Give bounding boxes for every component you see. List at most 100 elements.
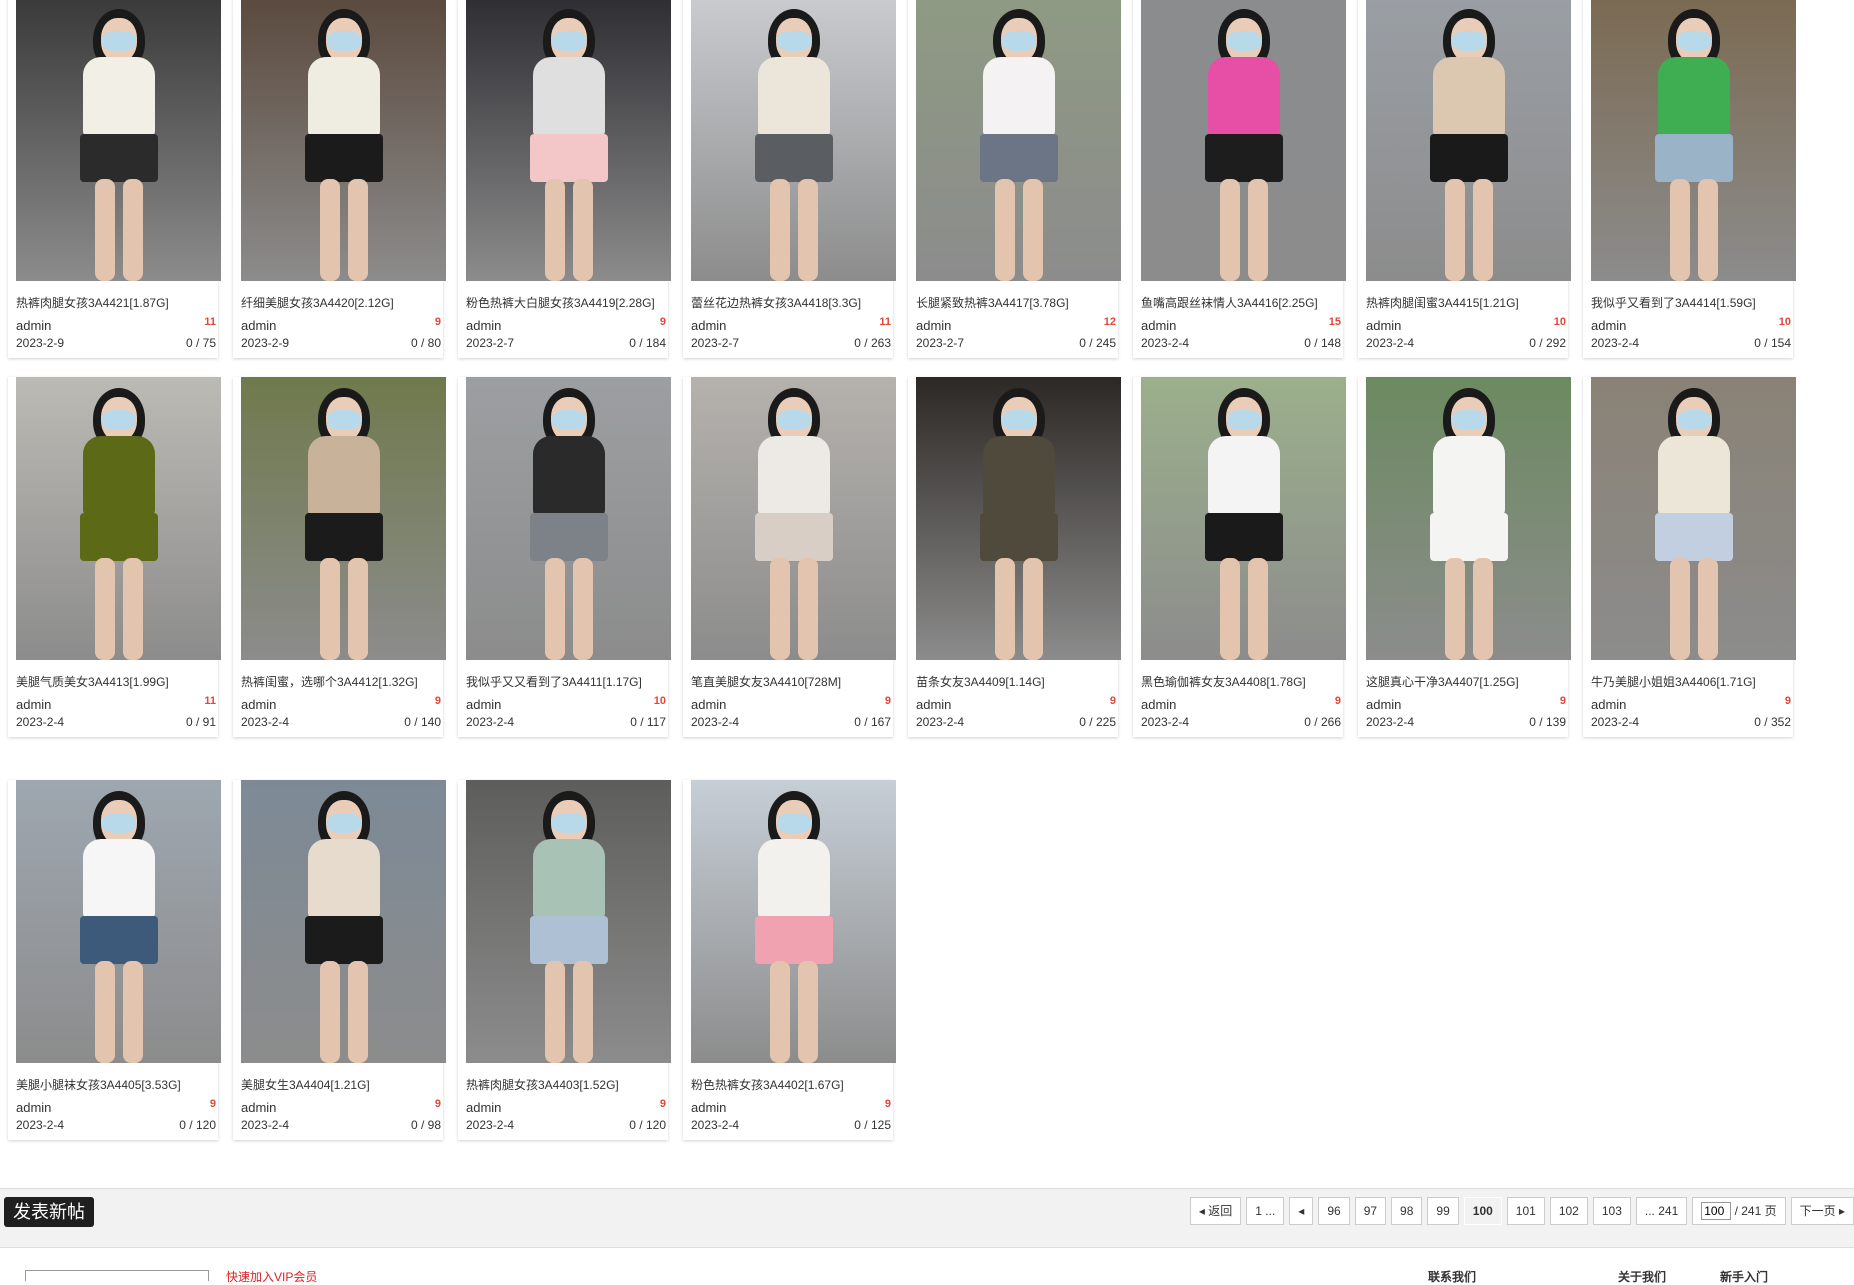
thread-card[interactable]: 美腿小腿袜女孩3A4405[3.53G] admin 9 2023-2-4 0 … bbox=[8, 780, 221, 1140]
thread-card[interactable]: 我似乎又又看到了3A4411[1.17G] admin 10 2023-2-4 … bbox=[458, 377, 671, 737]
thread-title[interactable]: 黑色瑜伽裤女友3A4408[1.78G] bbox=[1141, 673, 1306, 690]
next-page-button[interactable]: 下一页 ▸ bbox=[1790, 1197, 1854, 1225]
prev-page-button[interactable]: ◂ bbox=[1289, 1197, 1314, 1225]
thread-thumbnail[interactable] bbox=[1141, 0, 1346, 281]
thread-author[interactable]: admin bbox=[16, 1100, 51, 1115]
thread-title[interactable]: 美腿女生3A4404[1.21G] bbox=[241, 1076, 370, 1093]
thread-title[interactable]: 热裤闺蜜，选哪个3A4412[1.32G] bbox=[241, 673, 418, 690]
thread-thumbnail[interactable] bbox=[1141, 377, 1346, 660]
thread-title[interactable]: 热裤肉腿女孩3A4403[1.52G] bbox=[466, 1076, 619, 1093]
page-last[interactable]: ... 241 bbox=[1635, 1197, 1688, 1225]
thread-thumbnail[interactable] bbox=[241, 780, 446, 1063]
thread-card[interactable]: 热裤闺蜜，选哪个3A4412[1.32G] admin 9 2023-2-4 0… bbox=[233, 377, 446, 737]
thread-author[interactable]: admin bbox=[1591, 318, 1626, 333]
thumbnail-figure-leg bbox=[1669, 558, 1690, 660]
thread-author[interactable]: admin bbox=[1141, 318, 1176, 333]
thread-card[interactable]: 热裤肉腿闺蜜3A4415[1.21G] admin 10 2023-2-4 0 … bbox=[1358, 0, 1571, 358]
thread-thumbnail[interactable] bbox=[691, 780, 896, 1063]
thread-author[interactable]: admin bbox=[691, 1100, 726, 1115]
thread-title[interactable]: 牛乃美腿小姐姐3A4406[1.71G] bbox=[1591, 673, 1756, 690]
thread-author[interactable]: admin bbox=[466, 1100, 501, 1115]
thread-card[interactable]: 黑色瑜伽裤女友3A4408[1.78G] admin 9 2023-2-4 0 … bbox=[1133, 377, 1346, 737]
page-link[interactable]: 102 bbox=[1549, 1197, 1588, 1225]
page-link[interactable]: 101 bbox=[1506, 1197, 1545, 1225]
thread-author[interactable]: admin bbox=[241, 318, 276, 333]
thread-author[interactable]: admin bbox=[916, 697, 951, 712]
thread-card[interactable]: 热裤肉腿女孩3A4403[1.52G] admin 9 2023-2-4 0 /… bbox=[458, 780, 671, 1140]
thread-title[interactable]: 我似乎又又看到了3A4411[1.17G] bbox=[466, 673, 642, 690]
thread-card[interactable]: 美腿气质美女3A4413[1.99G] admin 11 2023-2-4 0 … bbox=[8, 377, 221, 737]
thread-title[interactable]: 苗条女友3A4409[1.14G] bbox=[916, 673, 1045, 690]
thread-card[interactable]: 纤细美腿女孩3A4420[2.12G] admin 9 2023-2-9 0 /… bbox=[233, 0, 446, 358]
thread-thumbnail[interactable] bbox=[241, 377, 446, 660]
thread-thumbnail[interactable] bbox=[916, 0, 1121, 281]
thread-card[interactable]: 热裤肉腿女孩3A4421[1.87G] admin 11 2023-2-9 0 … bbox=[8, 0, 221, 358]
thread-title[interactable]: 美腿小腿袜女孩3A4405[3.53G] bbox=[16, 1076, 181, 1093]
thread-title[interactable]: 热裤肉腿闺蜜3A4415[1.21G] bbox=[1366, 294, 1519, 311]
thread-thumbnail[interactable] bbox=[466, 377, 671, 660]
thread-title[interactable]: 热裤肉腿女孩3A4421[1.87G] bbox=[16, 294, 169, 311]
thread-card[interactable]: 美腿女生3A4404[1.21G] admin 9 2023-2-4 0 / 9… bbox=[233, 780, 446, 1140]
thread-card[interactable]: 蕾丝花边热裤女孩3A4418[3.3G] admin 11 2023-2-7 0… bbox=[683, 0, 896, 358]
new-post-button[interactable]: 发表新帖 bbox=[4, 1197, 94, 1227]
page-link[interactable]: 99 bbox=[1427, 1197, 1459, 1225]
thread-title[interactable]: 我似乎又看到了3A4414[1.59G] bbox=[1591, 294, 1756, 311]
thread-author[interactable]: admin bbox=[916, 318, 951, 333]
thread-author[interactable]: admin bbox=[1366, 697, 1401, 712]
thread-author[interactable]: admin bbox=[466, 697, 501, 712]
thread-thumbnail[interactable] bbox=[1591, 377, 1796, 660]
thread-title[interactable]: 这腿真心干净3A4407[1.25G] bbox=[1366, 673, 1519, 690]
page-link[interactable]: 103 bbox=[1592, 1197, 1631, 1225]
back-button[interactable]: ◂ 返回 bbox=[1189, 1197, 1242, 1225]
page-first[interactable]: 1 ... bbox=[1246, 1197, 1285, 1225]
thread-author[interactable]: admin bbox=[241, 1100, 276, 1115]
page-jump-input[interactable] bbox=[1701, 1202, 1732, 1220]
thread-thumbnail[interactable] bbox=[1591, 0, 1796, 281]
thread-author[interactable]: admin bbox=[16, 318, 51, 333]
thread-thumbnail[interactable] bbox=[916, 377, 1121, 660]
thread-title[interactable]: 美腿气质美女3A4413[1.99G] bbox=[16, 673, 169, 690]
thread-author[interactable]: admin bbox=[1366, 318, 1401, 333]
thread-card[interactable]: 鱼嘴高跟丝袜情人3A4416[2.25G] admin 15 2023-2-4 … bbox=[1133, 0, 1346, 358]
thumbnail-figure-top bbox=[82, 839, 155, 920]
thread-card[interactable]: 长腿紧致热裤3A4417[3.78G] admin 12 2023-2-7 0 … bbox=[908, 0, 1121, 358]
thread-author[interactable]: admin bbox=[241, 697, 276, 712]
thread-thumbnail[interactable] bbox=[1366, 377, 1571, 660]
thread-card[interactable]: 我似乎又看到了3A4414[1.59G] admin 10 2023-2-4 0… bbox=[1583, 0, 1796, 358]
thread-card[interactable]: 笔直美腿女友3A4410[728M] admin 9 2023-2-4 0 / … bbox=[683, 377, 896, 737]
thumbnail-figure-leg bbox=[122, 961, 143, 1063]
thread-author[interactable]: admin bbox=[1141, 697, 1176, 712]
thread-title[interactable]: 粉色热裤女孩3A4402[1.67G] bbox=[691, 1076, 844, 1093]
page-link[interactable]: 97 bbox=[1354, 1197, 1387, 1225]
page-link[interactable]: 98 bbox=[1391, 1197, 1423, 1225]
thumbnail-figure-leg bbox=[94, 558, 115, 660]
thread-title[interactable]: 鱼嘴高跟丝袜情人3A4416[2.25G] bbox=[1141, 294, 1318, 311]
thread-thumbnail[interactable] bbox=[691, 377, 896, 660]
thread-author[interactable]: admin bbox=[1591, 697, 1626, 712]
thread-author[interactable]: admin bbox=[691, 318, 726, 333]
thread-title[interactable]: 长腿紧致热裤3A4417[3.78G] bbox=[916, 294, 1069, 311]
thread-thumbnail[interactable] bbox=[16, 780, 221, 1063]
thread-card[interactable]: 牛乃美腿小姐姐3A4406[1.71G] admin 9 2023-2-4 0 … bbox=[1583, 377, 1796, 737]
thread-author[interactable]: admin bbox=[691, 697, 726, 712]
thread-card[interactable]: 粉色热裤女孩3A4402[1.67G] admin 9 2023-2-4 0 /… bbox=[683, 780, 896, 1140]
thread-author[interactable]: admin bbox=[16, 697, 51, 712]
thumbnail-figure-bottom bbox=[754, 512, 833, 561]
thread-thumbnail[interactable] bbox=[16, 0, 221, 281]
thread-thumbnail[interactable] bbox=[1366, 0, 1571, 281]
page-link[interactable]: 96 bbox=[1318, 1197, 1350, 1225]
thread-title[interactable]: 笔直美腿女友3A4410[728M] bbox=[691, 673, 841, 690]
thread-card[interactable]: 这腿真心干净3A4407[1.25G] admin 9 2023-2-4 0 /… bbox=[1358, 377, 1571, 737]
thread-title[interactable]: 蕾丝花边热裤女孩3A4418[3.3G] bbox=[691, 294, 861, 311]
thread-author[interactable]: admin bbox=[466, 318, 501, 333]
thread-thumbnail[interactable] bbox=[16, 377, 221, 660]
thread-title[interactable]: 纤细美腿女孩3A4420[2.12G] bbox=[241, 294, 394, 311]
thread-thumbnail[interactable] bbox=[466, 780, 671, 1063]
thread-card[interactable]: 苗条女友3A4409[1.14G] admin 9 2023-2-4 0 / 2… bbox=[908, 377, 1121, 737]
thread-date: 2023-2-9 bbox=[16, 336, 65, 350]
thread-title[interactable]: 粉色热裤大白腿女孩3A4419[2.28G] bbox=[466, 294, 655, 311]
thread-card[interactable]: 粉色热裤大白腿女孩3A4419[2.28G] admin 9 2023-2-7 … bbox=[458, 0, 671, 358]
thread-thumbnail[interactable] bbox=[241, 0, 446, 281]
thread-thumbnail[interactable] bbox=[466, 0, 671, 281]
thread-thumbnail[interactable] bbox=[691, 0, 896, 281]
